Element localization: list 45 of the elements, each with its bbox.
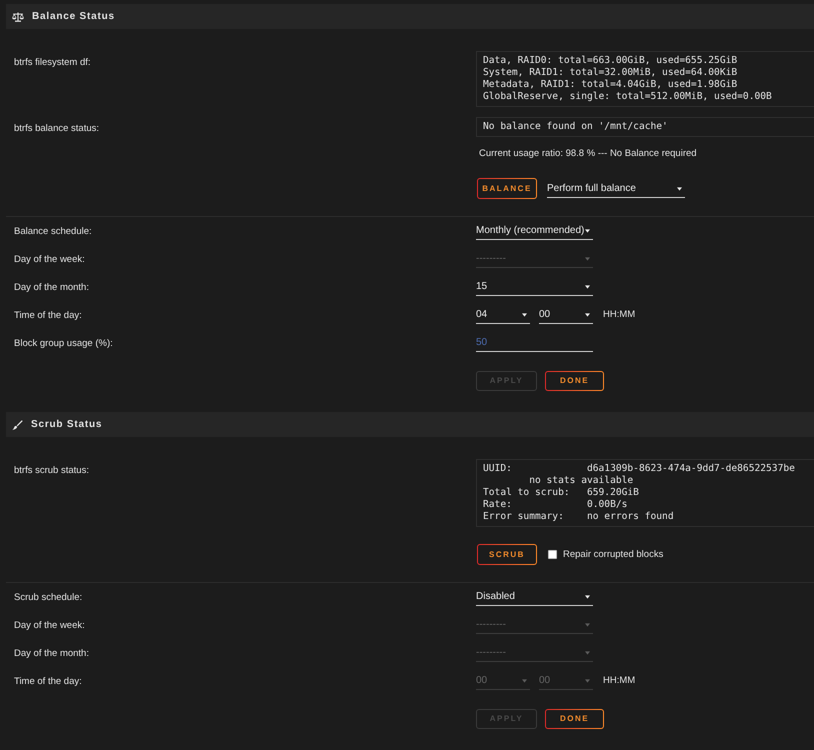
button[interactable]: BALANCE — [477, 178, 537, 199]
field-label: Scrub schedule: — [14, 592, 82, 603]
command-output: No balance found on '/mnt/cache' — [476, 117, 814, 137]
field-label: btrfs balance status: — [14, 123, 100, 134]
checkbox[interactable] — [548, 550, 557, 559]
caret-icon — [585, 678, 590, 682]
field-label: Block group usage (%): — [14, 338, 113, 349]
usage-note: Current usage ratio: 98.8 % --- No Balance required — [478, 148, 697, 160]
field-label: Day of the week: — [14, 620, 85, 631]
caret-icon — [522, 312, 527, 316]
field-label: Time of the day: — [14, 676, 82, 687]
dropdown[interactable]: 00 — [539, 306, 593, 324]
dropdown[interactable]: Disabled — [476, 588, 593, 606]
caret-icon — [585, 284, 590, 288]
dropdown[interactable]: Monthly (recommended) — [476, 222, 593, 240]
dropdown[interactable]: 15 — [476, 278, 593, 296]
command-output: UUID: d6a1309b-8623-474a-9dd7-de86522537be no stats available Total to scrub: 659.20GiB Rate: 0.00B/s Error summary: no errors found — [476, 459, 814, 527]
caret-icon — [677, 186, 682, 190]
scales-icon — [12, 12, 24, 22]
dropdown[interactable]: 04 — [476, 306, 530, 324]
caret-icon — [585, 594, 590, 598]
caret-icon — [585, 622, 590, 626]
section-title: Scrub Status — [31, 418, 102, 432]
caret-icon — [522, 678, 527, 682]
field-label: Day of the month: — [14, 648, 89, 659]
field-label: Balance schedule: — [14, 226, 92, 237]
field-label: btrfs scrub status: — [14, 465, 89, 476]
dropdown[interactable]: Perform full balance — [547, 180, 685, 198]
caret-icon — [585, 312, 590, 316]
button[interactable]: SCRUB — [477, 544, 537, 565]
button[interactable]: DONE — [545, 371, 604, 391]
section-title: Balance Status — [32, 10, 115, 24]
button[interactable]: DONE — [545, 709, 604, 729]
caret-icon — [585, 228, 590, 232]
brush-icon — [12, 420, 23, 430]
command-output: Data, RAID0: total=663.00GiB, used=655.25GiB System, RAID1: total=32.00MiB, used=64.00KiB Metadata, RAID1: total=4.04GiB, used=1.98GiB GlobalReserve, single: total=512.00MiB, used=0.00B — [476, 51, 814, 107]
time-format-label: HH:MM — [603, 309, 636, 321]
caret-icon — [585, 256, 590, 260]
field-label: btrfs filesystem df: — [14, 57, 91, 68]
field-label: Time of the day: — [14, 310, 82, 321]
caret-icon — [585, 650, 590, 654]
time-format-label: HH:MM — [603, 675, 636, 687]
field-label: Day of the week: — [14, 254, 85, 265]
checkbox-label: Repair corrupted blocks — [563, 548, 664, 560]
field-label: Day of the month: — [14, 282, 89, 293]
